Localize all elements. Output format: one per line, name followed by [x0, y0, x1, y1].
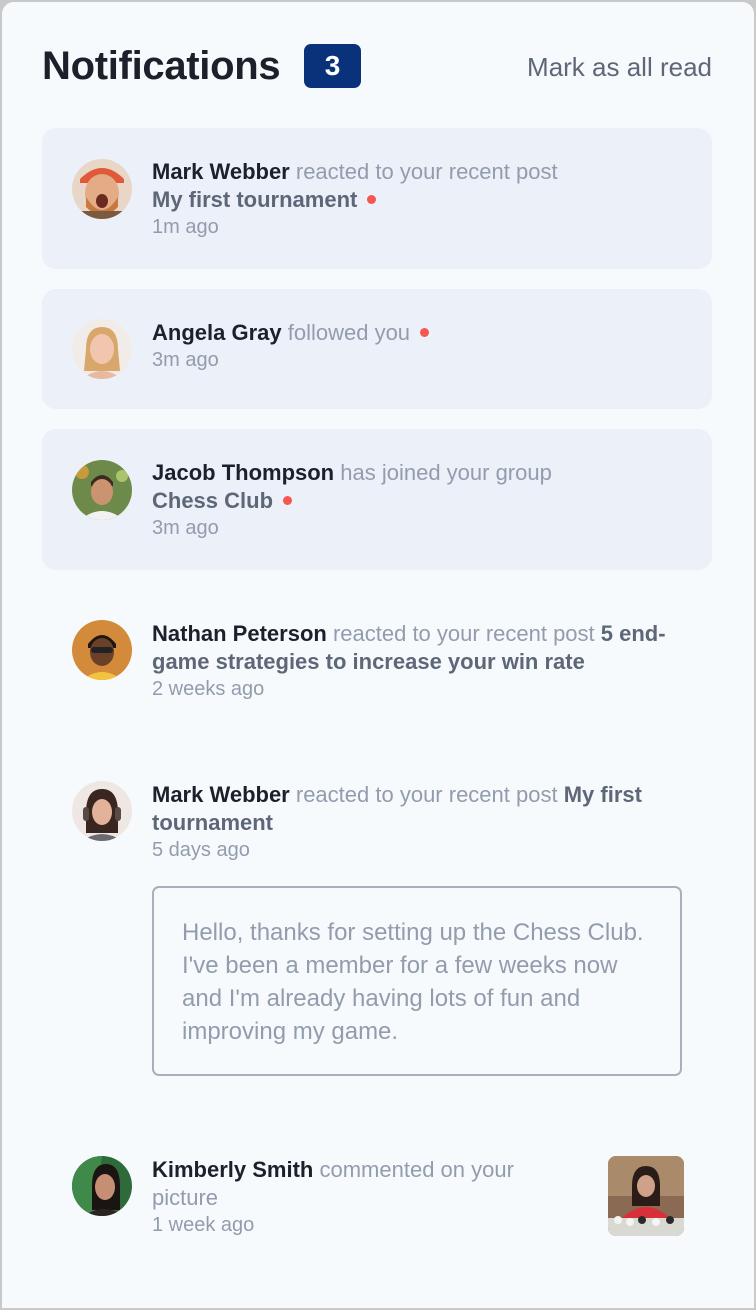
- avatar[interactable]: [72, 781, 132, 841]
- avatar-jacob-thompson-icon: [72, 460, 132, 520]
- notification-text: Jacob Thompson has joined your group Che…: [152, 459, 678, 541]
- avatar-kimberly-smith-icon: [72, 1156, 132, 1216]
- unread-dot-icon: [283, 495, 293, 505]
- notification-time: 2 weeks ago: [152, 678, 265, 700]
- notification-time: 3m ago: [152, 349, 219, 371]
- page-title: Notifications: [42, 44, 281, 88]
- notification-action: reacted to your recent post: [295, 159, 558, 184]
- notification-user-name[interactable]: Jacob Thompson: [152, 460, 334, 485]
- notification-action: has joined your group: [340, 460, 552, 485]
- avatar[interactable]: [72, 1156, 132, 1216]
- unread-dot-icon: [367, 194, 377, 204]
- notification-text: Mark Webber reacted to your recent post …: [152, 158, 678, 240]
- mark-all-read-button[interactable]: Mark as all read: [527, 52, 712, 83]
- avatar-nathan-peterson-icon: [72, 620, 132, 680]
- notification-time: 3m ago: [152, 517, 219, 539]
- notifications-panel: Notifications 3 Mark as all read Mark We…: [2, 2, 754, 1308]
- notification-item[interactable]: Nathan Peterson reacted to your recent p…: [42, 590, 712, 730]
- notification-text: Angela Gray followed you 3m ago: [152, 319, 678, 373]
- unread-count-badge: 3: [304, 44, 361, 88]
- notification-time: 1m ago: [152, 216, 219, 238]
- avatar-angela-gray-icon: [72, 319, 132, 379]
- avatar[interactable]: [72, 460, 132, 520]
- avatar-mark-webber-icon: [72, 159, 132, 219]
- chess-photo-thumbnail-icon: [608, 1156, 684, 1236]
- notification-user-name[interactable]: Nathan Peterson: [152, 621, 327, 646]
- notification-item[interactable]: Angela Gray followed you 3m ago: [42, 289, 712, 409]
- notification-text: Nathan Peterson reacted to your recent p…: [152, 620, 678, 702]
- notification-user-name[interactable]: Mark Webber: [152, 782, 290, 807]
- avatar-woman-headphones-icon: [72, 781, 132, 841]
- notification-item[interactable]: Jacob Thompson has joined your group Che…: [42, 429, 712, 570]
- notification-time: 5 days ago: [152, 839, 250, 861]
- avatar[interactable]: [72, 620, 132, 680]
- notification-time: 1 week ago: [152, 1214, 255, 1236]
- notification-action: reacted to your recent post: [332, 621, 595, 646]
- notification-text: Kimberly Smith commented on your picture…: [152, 1156, 578, 1238]
- notification-item[interactable]: Mark Webber reacted to your recent post …: [42, 128, 712, 269]
- notification-action: reacted to your recent post: [295, 782, 558, 807]
- notification-action: followed you: [287, 320, 411, 345]
- header: Notifications 3 Mark as all read: [42, 42, 712, 92]
- commented-picture-thumbnail[interactable]: [608, 1156, 684, 1236]
- notification-user-name[interactable]: Kimberly Smith: [152, 1157, 313, 1182]
- notification-user-name[interactable]: Angela Gray: [152, 320, 282, 345]
- notification-target-link[interactable]: My first tournament: [152, 187, 357, 212]
- notification-item[interactable]: Mark Webber reacted to your recent post …: [42, 751, 712, 881]
- unread-dot-icon: [420, 327, 430, 337]
- notification-text: Mark Webber reacted to your recent post …: [152, 781, 678, 863]
- avatar[interactable]: [72, 319, 132, 379]
- avatar[interactable]: [72, 159, 132, 219]
- notification-target-link[interactable]: Chess Club: [152, 488, 273, 513]
- private-message[interactable]: Hello, thanks for setting up the Chess C…: [152, 886, 682, 1076]
- notification-user-name[interactable]: Mark Webber: [152, 159, 290, 184]
